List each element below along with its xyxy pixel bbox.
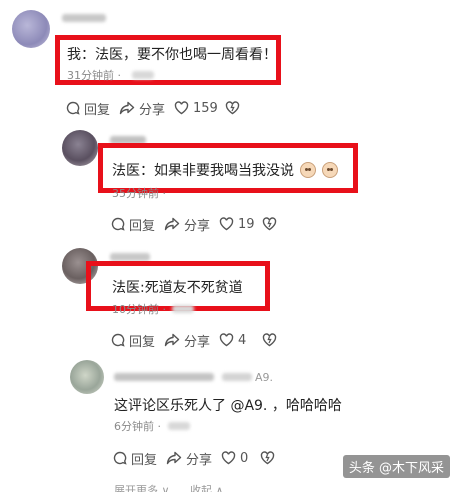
reply-icon — [111, 333, 125, 347]
location-blurred — [172, 305, 194, 313]
dislike-button[interactable] — [260, 449, 275, 467]
reply-label: 回复 — [131, 452, 158, 468]
location-blurred — [168, 422, 190, 430]
dislike-heart-icon — [262, 217, 277, 231]
collapse-link[interactable]: 收起 ∧ — [190, 482, 224, 492]
reply-button[interactable]: 回复 — [113, 449, 158, 468]
dislike-heart-icon — [262, 333, 277, 347]
share-button[interactable]: 分享 — [164, 331, 211, 350]
share-icon — [164, 333, 180, 347]
like-button[interactable]: 0 — [221, 449, 248, 467]
avatar[interactable] — [70, 360, 104, 394]
cat-emoji-icon — [322, 162, 338, 178]
like-count: 19 — [238, 216, 255, 232]
comment-time: 10分钟前 · — [112, 303, 166, 316]
share-label: 分享 — [184, 218, 211, 234]
heart-icon — [219, 333, 234, 347]
heart-icon — [219, 217, 234, 231]
share-label: 分享 — [186, 452, 213, 468]
comment-text: 法医:死道友不死贫道 — [112, 280, 243, 296]
share-icon — [119, 101, 135, 115]
cat-emoji-icon — [300, 162, 316, 178]
username-blurred — [114, 373, 214, 381]
username-suffix: A9. — [255, 371, 274, 384]
reply-button[interactable]: 回复 — [111, 331, 156, 350]
comment-time: 31分钟前 · — [67, 69, 121, 82]
dislike-button[interactable] — [225, 99, 240, 117]
share-label: 分享 — [184, 334, 211, 350]
expand-more-link[interactable]: 展开更多 ∨ — [114, 482, 170, 492]
reply-button[interactable]: 回复 — [66, 99, 111, 118]
reply-icon — [111, 217, 125, 231]
dislike-heart-icon — [225, 101, 240, 115]
share-icon — [166, 451, 182, 465]
heart-icon — [221, 451, 236, 465]
share-button[interactable]: 分享 — [166, 449, 213, 468]
reply-icon — [113, 451, 127, 465]
comment-text: 这评论区乐死人了 @A9. ，哈哈哈哈 — [114, 398, 342, 414]
reply-label: 回复 — [129, 334, 156, 350]
share-icon — [164, 217, 180, 231]
avatar[interactable] — [62, 130, 98, 166]
like-count: 0 — [240, 450, 249, 466]
reply-label: 回复 — [84, 102, 111, 118]
heart-icon — [174, 101, 189, 115]
like-button[interactable]: 19 — [219, 215, 255, 233]
comment-time: 6分钟前 · — [114, 420, 161, 433]
avatar[interactable] — [12, 10, 50, 48]
like-count: 4 — [238, 332, 247, 348]
comment-time: 35分钟前 · — [112, 187, 166, 200]
reply-label: 回复 — [129, 218, 156, 234]
username-blurred — [222, 373, 252, 381]
share-button[interactable]: 分享 — [164, 215, 211, 234]
like-count: 159 — [193, 100, 218, 116]
share-button[interactable]: 分享 — [119, 99, 166, 118]
reply-button[interactable]: 回复 — [111, 215, 156, 234]
dislike-button[interactable] — [262, 215, 277, 233]
comment-text: 法医：如果非要我喝当我没说 — [112, 162, 338, 180]
dislike-heart-icon — [260, 451, 275, 465]
dislike-button[interactable] — [262, 331, 277, 349]
like-button[interactable]: 159 — [174, 99, 218, 117]
reply-icon — [66, 101, 80, 115]
comment-text: 我：法医，要不你也喝一周看看！ — [67, 47, 277, 63]
username-blurred — [62, 14, 106, 22]
username-blurred — [110, 253, 150, 261]
like-button[interactable]: 4 — [219, 331, 246, 349]
share-label: 分享 — [139, 102, 166, 118]
watermark: 头条 @木下风采 — [342, 455, 450, 478]
location-blurred — [132, 71, 154, 79]
